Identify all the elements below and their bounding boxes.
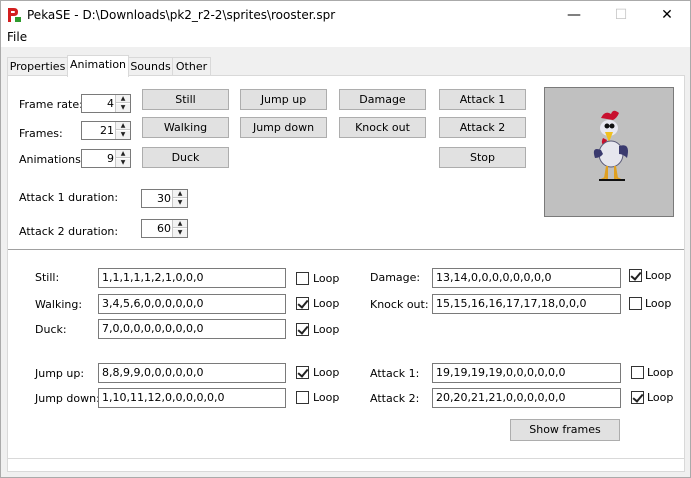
maximize-button[interactable]: ☐: [598, 1, 644, 29]
spin-down-icon[interactable]: ▼: [116, 131, 130, 139]
attack2-loop-label: Loop: [647, 391, 674, 404]
animation-panel: Frame rate: 4 ▲ ▼ Frames: 21 ▲ ▼ Animati…: [7, 75, 685, 472]
spin-up-icon[interactable]: ▲: [173, 220, 187, 228]
attack1-frames-field[interactable]: 19,19,19,19,0,0,0,0,0,0: [432, 363, 621, 383]
frames-arrows: ▲ ▼: [115, 122, 130, 139]
jump-down-label: Jump down:: [35, 392, 100, 405]
spin-down-icon[interactable]: ▼: [173, 199, 187, 207]
menu-bar: File: [1, 29, 690, 47]
app-window: PekaSE - D:\Downloads\pk2_r2-2\sprites\r…: [0, 0, 691, 478]
rooster-sprite-icon: [593, 110, 628, 181]
tab-other[interactable]: Other: [172, 57, 211, 76]
walking-label: Walking:: [35, 298, 83, 311]
jump-up-loop-checkbox[interactable]: [296, 366, 309, 379]
pekase-app-icon: [6, 7, 22, 23]
window-title: PekaSE - D:\Downloads\pk2_r2-2\sprites\r…: [27, 8, 336, 22]
still-frames-field[interactable]: 1,1,1,1,1,2,1,0,0,0: [98, 268, 286, 288]
spin-up-icon[interactable]: ▲: [116, 150, 130, 158]
spin-down-icon[interactable]: ▼: [116, 159, 130, 167]
attack2-duration-label: Attack 2 duration:: [19, 225, 119, 238]
spin-up-icon[interactable]: ▲: [116, 95, 130, 103]
walking-loop-checkbox[interactable]: [296, 297, 309, 310]
walking-button[interactable]: Walking: [142, 117, 229, 138]
jump-down-frames-field[interactable]: 1,10,11,12,0,0,0,0,0,0: [98, 388, 286, 408]
duck-label: Duck:: [35, 323, 67, 336]
attack2-loop-checkbox[interactable]: [631, 391, 644, 404]
attack2-button[interactable]: Attack 2: [439, 117, 526, 138]
walking-loop-label: Loop: [313, 297, 340, 310]
duck-frames-field[interactable]: 7,0,0,0,0,0,0,0,0,0: [98, 319, 286, 339]
jump-up-label: Jump up:: [35, 367, 85, 380]
attack1-duration-value: 30: [157, 192, 171, 205]
jump-up-frames-field[interactable]: 8,8,9,9,0,0,0,0,0,0: [98, 363, 286, 383]
menu-file[interactable]: File: [7, 30, 27, 44]
attack1-duration-arrows: ▲ ▼: [172, 190, 187, 207]
attack2-duration-arrows: ▲ ▼: [172, 220, 187, 237]
attack2-label: Attack 2:: [370, 392, 420, 405]
title-bar: PekaSE - D:\Downloads\pk2_r2-2\sprites\r…: [1, 1, 690, 29]
frame-rate-spinner[interactable]: 4 ▲ ▼: [81, 94, 131, 113]
walking-frames-field[interactable]: 3,4,5,6,0,0,0,0,0,0: [98, 294, 286, 314]
damage-button[interactable]: Damage: [339, 89, 426, 110]
knock-out-loop-label: Loop: [645, 297, 672, 310]
attack2-frames-field[interactable]: 20,20,21,21,0,0,0,0,0,0: [432, 388, 621, 408]
animations-spinner[interactable]: 9 ▲ ▼: [81, 149, 131, 168]
damage-label: Damage:: [370, 271, 421, 284]
minimize-button[interactable]: —: [551, 1, 597, 29]
jump-down-loop-label: Loop: [313, 391, 340, 404]
sprite-preview: [544, 87, 674, 217]
spin-up-icon[interactable]: ▲: [173, 190, 187, 198]
show-frames-button[interactable]: Show frames: [510, 419, 620, 441]
attack1-duration-spinner[interactable]: 30 ▲ ▼: [141, 189, 188, 208]
frames-value: 21: [100, 124, 114, 137]
attack1-duration-label: Attack 1 duration:: [19, 191, 119, 204]
jump-down-button[interactable]: Jump down: [240, 117, 327, 138]
frame-rate-label: Frame rate:: [19, 98, 83, 111]
frames-spinner[interactable]: 21 ▲ ▼: [81, 121, 131, 140]
duck-button[interactable]: Duck: [142, 147, 229, 168]
tab-animation[interactable]: Animation: [67, 55, 129, 77]
frame-rate-arrows: ▲ ▼: [115, 95, 130, 112]
still-button[interactable]: Still: [142, 89, 229, 110]
animations-value: 9: [107, 152, 114, 165]
jump-up-loop-label: Loop: [313, 366, 340, 379]
damage-loop-label: Loop: [645, 269, 672, 282]
separator: [8, 249, 684, 250]
jump-down-loop-checkbox[interactable]: [296, 391, 309, 404]
status-bar: [7, 458, 685, 472]
animations-arrows: ▲ ▼: [115, 150, 130, 167]
attack2-duration-value: 60: [157, 222, 171, 235]
still-label: Still:: [35, 271, 60, 284]
damage-loop-checkbox[interactable]: [629, 269, 642, 282]
still-loop-label: Loop: [313, 272, 340, 285]
knock-out-frames-field[interactable]: 15,15,16,16,17,17,18,0,0,0: [432, 294, 621, 314]
frame-rate-value: 4: [107, 97, 114, 110]
knock-out-label: Knock out:: [370, 298, 429, 311]
animations-label: Animations:: [19, 153, 85, 166]
spin-up-icon[interactable]: ▲: [116, 122, 130, 130]
knock-out-loop-checkbox[interactable]: [629, 297, 642, 310]
duck-loop-checkbox[interactable]: [296, 323, 309, 336]
damage-frames-field[interactable]: 13,14,0,0,0,0,0,0,0,0: [432, 268, 621, 288]
attack1-loop-checkbox[interactable]: [631, 366, 644, 379]
attack1-button[interactable]: Attack 1: [439, 89, 526, 110]
attack2-duration-spinner[interactable]: 60 ▲ ▼: [141, 219, 188, 238]
tab-sounds[interactable]: Sounds: [128, 57, 173, 76]
attack1-label: Attack 1:: [370, 367, 420, 380]
spin-down-icon[interactable]: ▼: [116, 104, 130, 112]
tab-properties[interactable]: Properties: [7, 57, 68, 76]
close-button[interactable]: ✕: [644, 1, 690, 29]
still-loop-checkbox[interactable]: [296, 272, 309, 285]
duck-loop-label: Loop: [313, 323, 340, 336]
jump-up-button[interactable]: Jump up: [240, 89, 327, 110]
stop-button[interactable]: Stop: [439, 147, 526, 168]
spin-down-icon[interactable]: ▼: [173, 229, 187, 237]
attack1-loop-label: Loop: [647, 366, 674, 379]
frames-label: Frames:: [19, 127, 63, 140]
knock-out-button[interactable]: Knock out: [339, 117, 426, 138]
